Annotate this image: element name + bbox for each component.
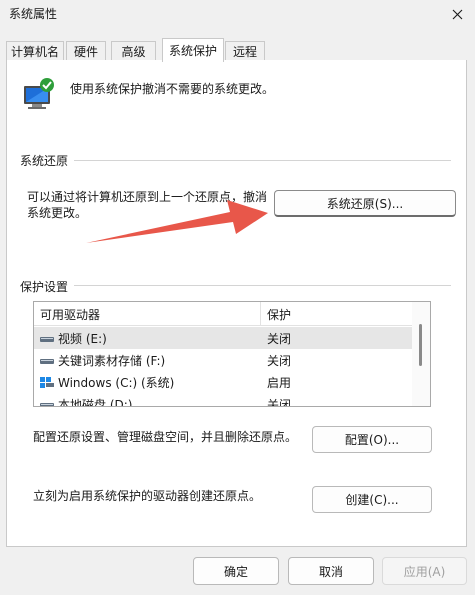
drive-list[interactable]: 可用驱动器 保护 视频 (E:) 关闭 关键词素材存储 (F:) 关闭 Wind… bbox=[33, 301, 431, 407]
system-restore-button[interactable]: 系统还原(S)... bbox=[274, 190, 456, 217]
tab-system-protection[interactable]: 系统保护 bbox=[162, 38, 224, 62]
window-title: 系统属性 bbox=[9, 7, 58, 21]
scroll-thumb[interactable] bbox=[419, 324, 422, 366]
drive-name: 本地磁盘 (D:) bbox=[58, 397, 133, 407]
create-button[interactable]: 创建(C)... bbox=[312, 486, 432, 513]
tab-hardware[interactable]: 硬件 bbox=[66, 41, 106, 61]
annotation-arrow bbox=[86, 200, 268, 243]
drive-name: 关键词素材存储 (F:) bbox=[58, 353, 166, 368]
tab-remote[interactable]: 远程 bbox=[225, 41, 265, 61]
drive-protection: 关闭 bbox=[267, 331, 292, 346]
intro-text: 使用系统保护撤消不需要的系统更改。 bbox=[70, 82, 275, 96]
tab-advanced[interactable]: 高级 bbox=[111, 41, 156, 61]
drive-protection: 关闭 bbox=[267, 353, 292, 368]
drive-name: Windows (C:) (系统) bbox=[58, 375, 175, 390]
close-icon bbox=[452, 9, 463, 19]
list-scrollbar[interactable] bbox=[412, 302, 430, 406]
restore-group-line bbox=[20, 160, 451, 161]
drive-row[interactable]: 关键词素材存储 (F:) 关闭 bbox=[34, 349, 412, 371]
configure-text: 配置还原设置、管理磁盘空间，并且删除还原点。 bbox=[33, 430, 298, 444]
protection-group-title: 保护设置 bbox=[20, 278, 75, 295]
cancel-button[interactable]: 取消 bbox=[288, 557, 374, 585]
list-header: 可用驱动器 保护 bbox=[34, 302, 412, 326]
ok-button[interactable]: 确定 bbox=[193, 557, 279, 585]
configure-button[interactable]: 配置(O)... bbox=[312, 426, 432, 453]
tab-computer-name[interactable]: 计算机名 bbox=[6, 41, 64, 61]
title-bar bbox=[0, 0, 475, 34]
column-header-drive[interactable]: 可用驱动器 bbox=[34, 302, 260, 326]
drive-icon bbox=[40, 399, 54, 406]
system-protection-icon bbox=[24, 78, 54, 109]
drive-name: 视频 (E:) bbox=[58, 331, 107, 346]
windows-drive-icon bbox=[40, 377, 54, 388]
column-header-protection[interactable]: 保护 bbox=[261, 302, 411, 326]
drive-row[interactable]: 本地磁盘 (D:) 关闭 bbox=[34, 393, 412, 407]
restore-desc-line2: 系统更改。 bbox=[27, 206, 88, 220]
drive-row[interactable]: Windows (C:) (系统) 启用 bbox=[34, 371, 412, 393]
drive-protection: 关闭 bbox=[267, 397, 292, 407]
drive-icon bbox=[40, 355, 54, 365]
close-button[interactable] bbox=[440, 0, 475, 28]
apply-button: 应用(A) bbox=[382, 557, 467, 585]
restore-group-title: 系统还原 bbox=[20, 152, 75, 169]
drive-protection: 启用 bbox=[267, 375, 292, 390]
protection-group-line bbox=[20, 285, 451, 286]
create-text: 立刻为启用系统保护的驱动器创建还原点。 bbox=[33, 489, 262, 503]
drive-row[interactable]: 视频 (E:) 关闭 bbox=[34, 327, 412, 349]
drive-icon bbox=[40, 333, 54, 343]
